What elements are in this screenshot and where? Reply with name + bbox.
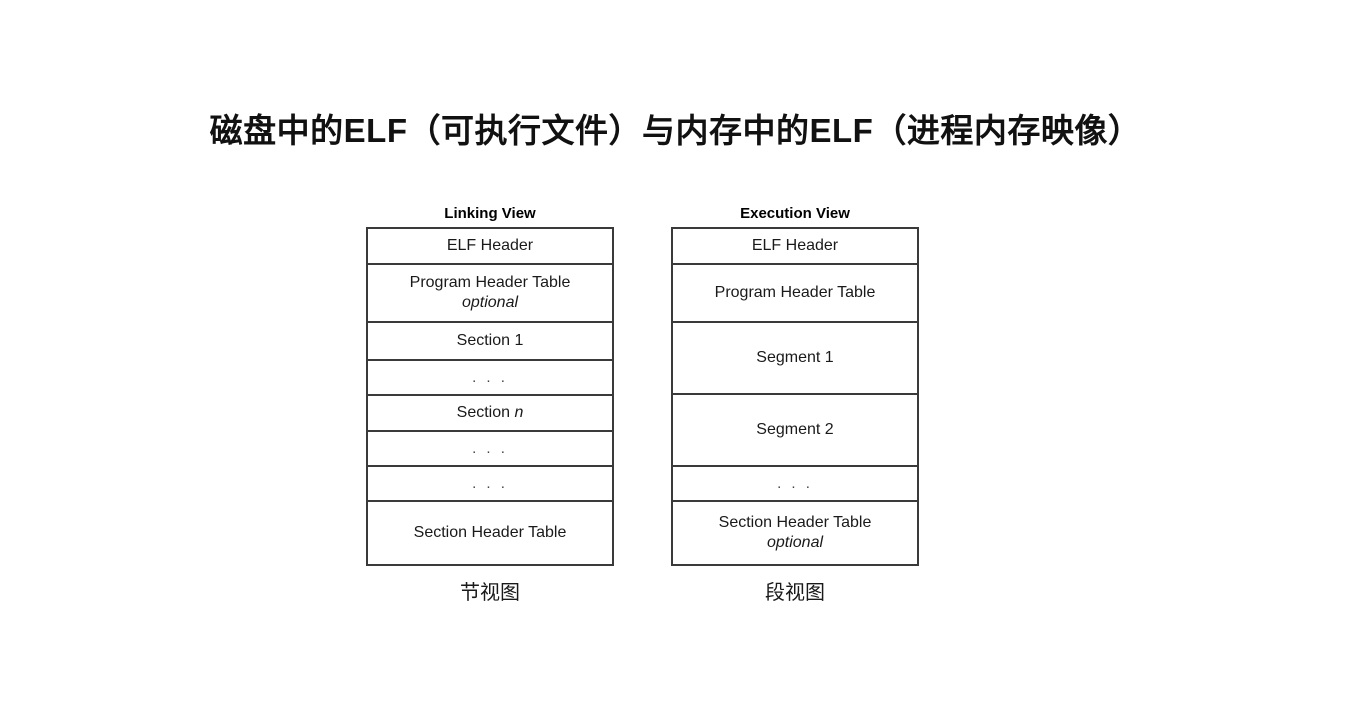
- row-label: Program Header Table: [409, 274, 571, 291]
- linking-view-block: Linking View ELF Header Program Header T…: [366, 205, 614, 606]
- table-row-section-1: Section 1: [368, 323, 612, 361]
- row-label: . . .: [472, 474, 508, 492]
- linking-view-heading: Linking View: [444, 205, 536, 222]
- table-row-segment-1: Segment 1: [673, 323, 917, 395]
- row-sublabel-optional: optional: [766, 534, 824, 551]
- execution-view-table: ELF Header Program Header Table Segment …: [671, 227, 919, 566]
- row-label: Section 1: [456, 332, 524, 349]
- row-label: Program Header Table: [714, 284, 876, 301]
- table-row-program-header-table: Program Header Table optional: [368, 265, 612, 323]
- row-label: ELF Header: [446, 237, 534, 254]
- row-label: Section Header Table: [718, 514, 872, 531]
- table-row-ellipsis: . . .: [368, 361, 612, 396]
- table-row-section-n: Section n: [368, 396, 612, 432]
- row-label: Segment 2: [756, 421, 834, 438]
- row-label-variable: n: [514, 404, 524, 421]
- execution-view-block: Execution View ELF Header Program Header…: [671, 205, 919, 606]
- table-row-ellipsis: . . .: [368, 467, 612, 502]
- table-row-section-header-table: Section Header Table optional: [673, 502, 917, 564]
- table-row-segment-2: Segment 2: [673, 395, 917, 467]
- row-label: . . .: [777, 474, 813, 492]
- row-sublabel-optional: optional: [461, 294, 519, 311]
- table-row-section-header-table: Section Header Table: [368, 502, 612, 564]
- elf-layout-diagram: Linking View ELF Header Program Header T…: [0, 0, 1351, 703]
- table-row-elf-header: ELF Header: [673, 229, 917, 265]
- row-label: . . .: [472, 439, 508, 457]
- row-label: . . .: [472, 368, 508, 386]
- row-label: Section n: [456, 404, 524, 421]
- execution-view-heading: Execution View: [740, 205, 850, 222]
- table-row-ellipsis: . . .: [368, 432, 612, 467]
- row-label: ELF Header: [751, 237, 839, 254]
- table-row-program-header-table: Program Header Table: [673, 265, 917, 323]
- row-label: Segment 1: [756, 349, 834, 366]
- linking-view-table: ELF Header Program Header Table optional…: [366, 227, 614, 566]
- table-row-ellipsis: . . .: [673, 467, 917, 502]
- row-label: Section Header Table: [413, 524, 567, 541]
- linking-view-caption: 节视图: [460, 582, 520, 604]
- execution-view-caption: 段视图: [765, 582, 825, 604]
- table-row-elf-header: ELF Header: [368, 229, 612, 265]
